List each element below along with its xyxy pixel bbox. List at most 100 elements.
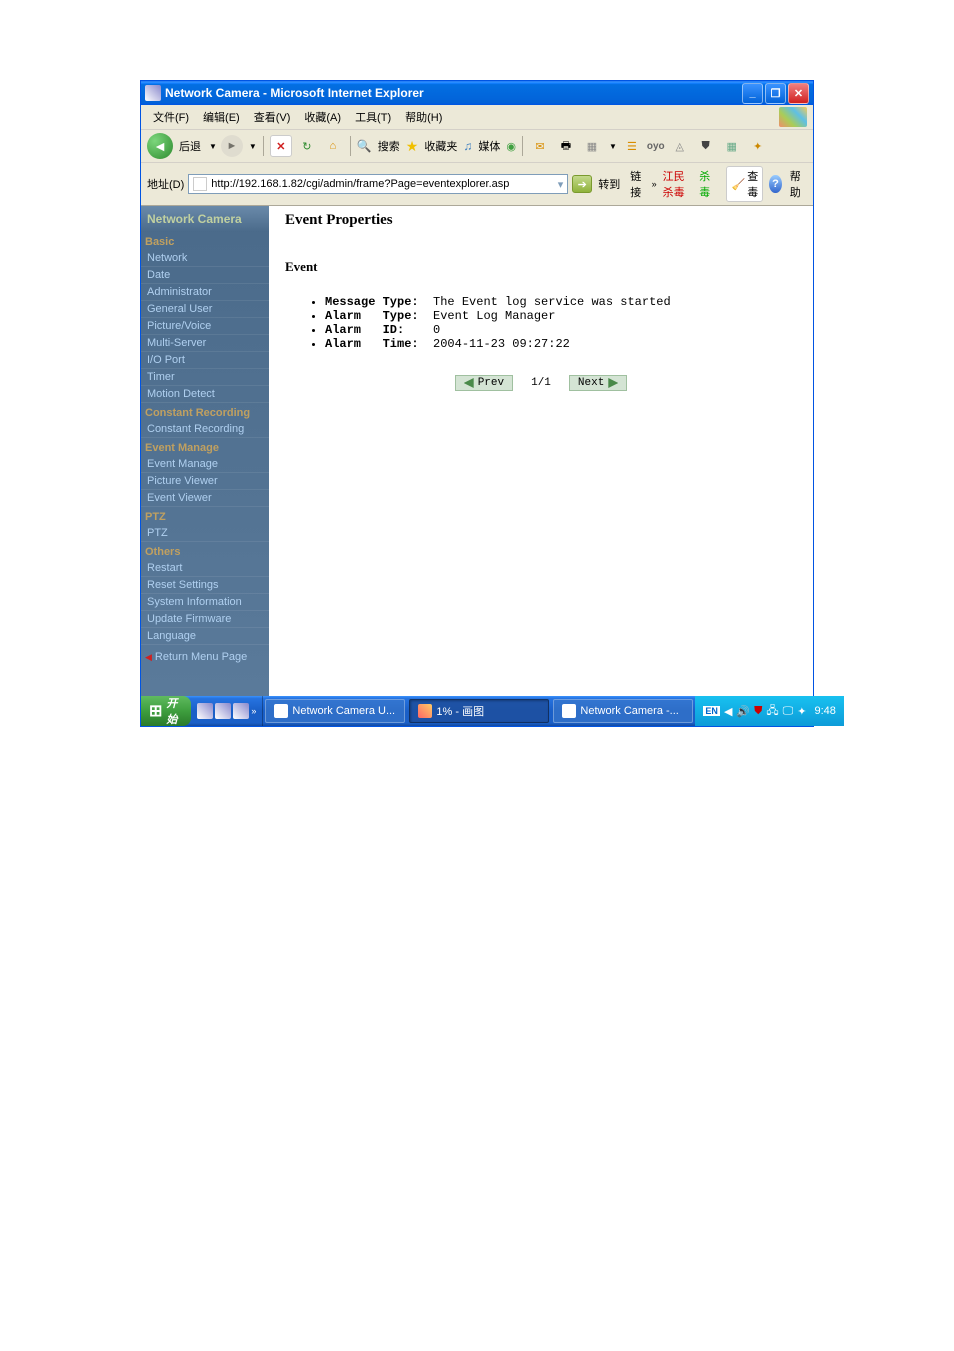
extra-button-3[interactable]: ▦	[721, 135, 743, 157]
sidebar-item-picture-voice[interactable]: Picture/Voice	[141, 318, 269, 335]
sidebar-item-event-manage[interactable]: Event Manage	[141, 456, 269, 473]
tray-display-icon[interactable]: 🖵	[783, 705, 794, 718]
menu-help[interactable]: 帮助(H)	[399, 107, 448, 127]
sidebar-item-administrator[interactable]: Administrator	[141, 284, 269, 301]
address-input[interactable]: http://192.168.1.82/cgi/admin/frame?Page…	[188, 174, 568, 194]
go-button[interactable]: ➔	[572, 175, 592, 193]
media-icon[interactable]	[463, 139, 472, 153]
mail-button[interactable]: ✉	[529, 135, 551, 157]
discuss-button[interactable]: ☰	[621, 135, 643, 157]
sidebar-item-event-viewer[interactable]: Event Viewer	[141, 490, 269, 507]
edit-button[interactable]: ▦	[581, 135, 603, 157]
history-icon[interactable]	[506, 140, 516, 153]
taskbar-item[interactable]: Network Camera U...	[265, 699, 405, 723]
stop-button[interactable]: ✕	[270, 135, 292, 157]
arrow-left-icon	[464, 378, 474, 388]
help-label[interactable]: 帮助	[788, 168, 807, 200]
event-list: Message Type: The Event log service was …	[325, 295, 797, 351]
favorites-label[interactable]: 收藏夹	[422, 138, 459, 154]
menu-file[interactable]: 文件(F)	[147, 107, 195, 127]
back-button[interactable]: ◄	[147, 133, 173, 159]
ql-ie-icon[interactable]	[197, 703, 213, 719]
event-row: Message Type: The Event log service was …	[325, 295, 797, 309]
menu-edit[interactable]: 编辑(E)	[197, 107, 246, 127]
sidebar-item-motion-detect[interactable]: Motion Detect	[141, 386, 269, 403]
forward-dropdown-icon[interactable]: ▼	[249, 142, 257, 151]
tray-misc-icon[interactable]: ✦	[797, 705, 806, 718]
next-button[interactable]: Next	[569, 375, 627, 391]
antivirus-link-1[interactable]: 江民杀毒	[663, 168, 694, 200]
sidebar-item-reset-settings[interactable]: Reset Settings	[141, 577, 269, 594]
close-button[interactable]: ✕	[788, 83, 809, 104]
search-label[interactable]: 搜索	[376, 138, 402, 154]
sidebar-item-restart[interactable]: Restart	[141, 560, 269, 577]
taskbar: 开始 » Network Camera U... 1% - 画图 Network…	[141, 696, 813, 726]
sidebar-item-update-firmware[interactable]: Update Firmware	[141, 611, 269, 628]
ql-app-icon[interactable]	[233, 703, 249, 719]
media-label[interactable]: 媒体	[476, 138, 502, 154]
refresh-button[interactable]: ↻	[296, 135, 318, 157]
extra-button-4[interactable]: ✦	[747, 135, 769, 157]
sidebar-item-language[interactable]: Language	[141, 628, 269, 645]
minimize-button[interactable]: _	[742, 83, 763, 104]
back-dropdown-icon[interactable]: ▼	[209, 142, 217, 151]
menu-tools[interactable]: 工具(T)	[349, 107, 397, 127]
sidebar-item-timer[interactable]: Timer	[141, 369, 269, 386]
search-icon[interactable]	[357, 139, 372, 153]
sidebar-title: Network Camera	[141, 206, 269, 232]
favorites-icon[interactable]	[406, 138, 419, 155]
antivirus-link-2[interactable]: 杀毒	[699, 168, 714, 200]
extra-button-1[interactable]: ◬	[669, 135, 691, 157]
edit-dropdown-icon[interactable]: ▼	[609, 142, 617, 151]
tray-lang-icon[interactable]: EN	[703, 706, 720, 716]
tray-icon[interactable]: ◀	[724, 705, 732, 718]
window-title: Network Camera - Microsoft Internet Expl…	[165, 86, 742, 100]
toolbar-separator	[522, 136, 523, 156]
scan-button[interactable]: 🧹 查毒	[726, 166, 763, 202]
sidebar-section-ptz: PTZ	[141, 507, 269, 525]
sidebar-section-event-manage: Event Manage	[141, 438, 269, 456]
windows-logo-icon	[779, 107, 807, 127]
forward-button[interactable]: ►	[221, 135, 243, 157]
prev-button[interactable]: Prev	[455, 375, 513, 391]
event-subtitle: Event	[285, 259, 797, 275]
sidebar-return-link[interactable]: Return Menu Page	[141, 645, 269, 669]
sidebar-item-system-information[interactable]: System Information	[141, 594, 269, 611]
back-label[interactable]: 后退	[177, 138, 203, 154]
start-button[interactable]: 开始	[141, 696, 191, 726]
tray-antivirus-icon[interactable]: ⛊	[754, 705, 762, 718]
sidebar-item-date[interactable]: Date	[141, 267, 269, 284]
menu-bar: 文件(F) 编辑(E) 查看(V) 收藏(A) 工具(T) 帮助(H)	[141, 105, 813, 130]
sidebar-item-picture-viewer[interactable]: Picture Viewer	[141, 473, 269, 490]
ql-desktop-icon[interactable]	[215, 703, 231, 719]
go-label[interactable]: 转到	[596, 176, 622, 192]
links-label[interactable]: 链接	[630, 168, 645, 200]
content-area: Network Camera Basic Network Date Admini…	[141, 206, 813, 696]
toolbar: ◄ 后退 ▼ ► ▼ ✕ ↻ ⌂ 搜索 收藏夹 媒体 ✉ 🖶 ▦ ▼ ☰ oyo…	[141, 130, 813, 163]
sidebar-item-io-port[interactable]: I/O Port	[141, 352, 269, 369]
tray-sound-icon[interactable]: 🔊	[736, 705, 750, 718]
page-title: Event Properties	[285, 212, 797, 229]
address-dropdown-icon[interactable]: ▾	[558, 178, 564, 191]
print-button[interactable]: 🖶	[555, 135, 577, 157]
event-row: Alarm Type: Event Log Manager	[325, 309, 797, 323]
sidebar-item-ptz[interactable]: PTZ	[141, 525, 269, 542]
sidebar-item-general-user[interactable]: General User	[141, 301, 269, 318]
main-pane: Event Properties Event Message Type: The…	[269, 206, 813, 696]
taskbar-item[interactable]: Network Camera -...	[553, 699, 693, 723]
menu-favorites[interactable]: 收藏(A)	[298, 107, 347, 127]
sidebar-item-multi-server[interactable]: Multi-Server	[141, 335, 269, 352]
extra-button-2[interactable]: ⛊	[695, 135, 717, 157]
sidebar-item-network[interactable]: Network	[141, 250, 269, 267]
home-button[interactable]: ⌂	[322, 135, 344, 157]
help-button[interactable]: ?	[769, 175, 782, 193]
tray-clock[interactable]: 9:48	[814, 705, 835, 717]
oyo-icon[interactable]: oyo	[647, 141, 665, 152]
taskbar-item[interactable]: 1% - 画图	[409, 699, 549, 723]
sidebar-section-basic: Basic	[141, 232, 269, 250]
menu-view[interactable]: 查看(V)	[248, 107, 297, 127]
sidebar-item-constant-recording[interactable]: Constant Recording	[141, 421, 269, 438]
maximize-button[interactable]: ❐	[765, 83, 786, 104]
address-bar: 地址(D) http://192.168.1.82/cgi/admin/fram…	[141, 163, 813, 206]
tray-network-icon[interactable]: 🖧	[766, 702, 778, 721]
